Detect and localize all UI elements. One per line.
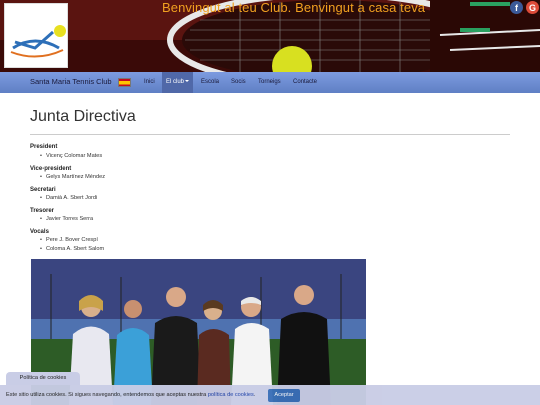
navbar-brand[interactable]: Santa Maria Tennis Club [30, 77, 112, 86]
role-vocals: Vocals [30, 229, 49, 235]
role-secretari: Secretari [30, 187, 56, 193]
nav-item-el-club[interactable]: El club [162, 72, 194, 93]
facebook-icon[interactable]: f [510, 1, 523, 14]
cookie-message: Este sitio utiliza cookies. Si sigues na… [6, 392, 255, 398]
role-tresorer: Tresorer [30, 208, 55, 214]
main-navbar: Santa Maria Tennis Club Inici El club Es… [0, 72, 540, 93]
cookie-message-end: . [253, 392, 256, 398]
cookie-policy-link[interactable]: política de cookies [208, 392, 254, 398]
cookie-policy-tab[interactable]: Política de cookies [6, 372, 80, 385]
member-president: Vicenç Colomar Mates [40, 153, 102, 159]
nav-item-escola[interactable]: Escola [197, 72, 223, 93]
header-tagline: Benvingut al teu Club. Benvingut a casa … [162, 0, 426, 15]
member-vocal-2: Coloma A. Sbert Salom [40, 246, 104, 252]
nav-item-inici[interactable]: Inici [140, 72, 159, 93]
club-logo-icon [10, 25, 66, 58]
nav-item-torneigs[interactable]: Torneigs [254, 72, 285, 93]
spain-flag-icon[interactable] [118, 78, 131, 87]
title-divider [30, 134, 510, 135]
nav-item-contacte[interactable]: Contacte [289, 72, 321, 93]
club-logo[interactable] [4, 3, 68, 68]
page-title: Junta Directiva [30, 108, 136, 125]
member-secretari: Damià A. Sbert Jordi [40, 195, 97, 201]
board-group-photo [31, 259, 366, 405]
member-vocal-1: Pere J. Bover Crespí [40, 237, 98, 243]
member-tresorer: Javier Torres Serra [40, 216, 93, 222]
nav-item-socis[interactable]: Socis [227, 72, 250, 93]
role-president: President [30, 144, 58, 150]
cookie-message-text: Este sitio utiliza cookies. Si sigues na… [6, 392, 208, 398]
role-vice-president: Vice-president [30, 166, 72, 172]
member-vice-president: Gelys Martínez Méndez [40, 174, 105, 180]
header-banner: Benvingut al teu Club. Benvingut a casa … [0, 0, 540, 72]
cookie-consent-bar: Este sitio utiliza cookies. Si sigues na… [0, 385, 540, 405]
accept-cookies-button[interactable]: Aceptar [268, 389, 300, 402]
nav-item-el-club-label: El club [166, 79, 185, 85]
chevron-down-icon [185, 80, 190, 83]
google-plus-icon[interactable]: G [526, 1, 539, 14]
group-photo-illustration [31, 259, 366, 405]
